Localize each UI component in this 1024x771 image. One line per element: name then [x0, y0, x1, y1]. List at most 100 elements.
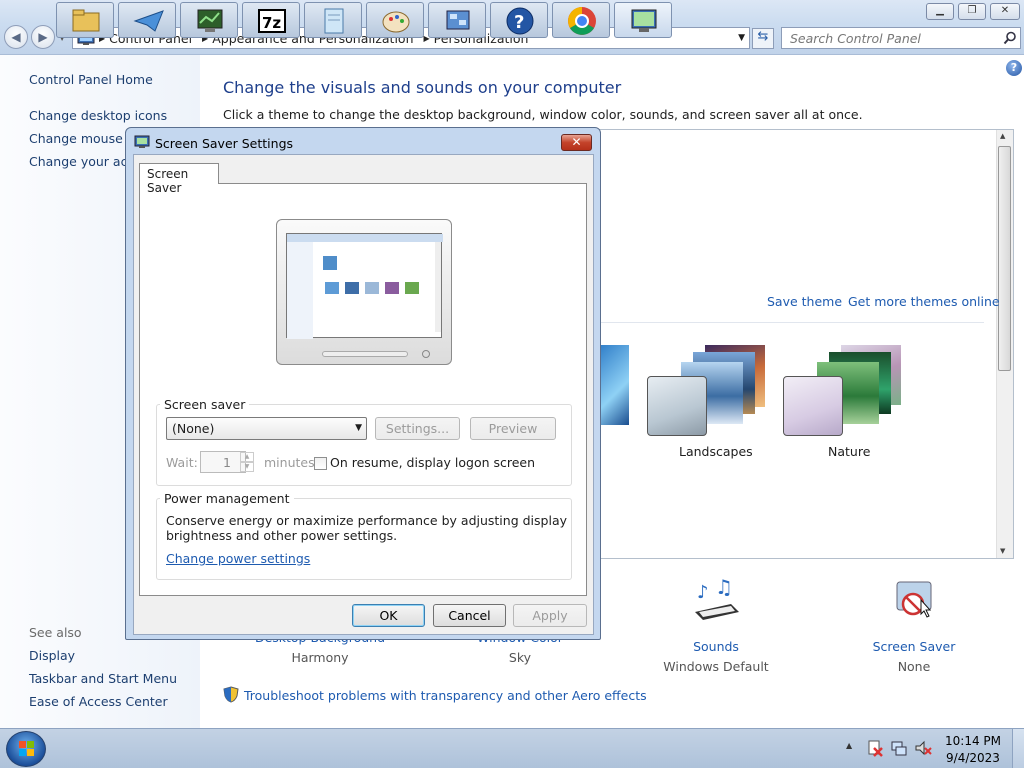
taskbar-file-explorer[interactable]	[56, 2, 114, 38]
theme-thumbnail-partial[interactable]	[597, 345, 629, 425]
taskbar-help[interactable]: ?	[490, 2, 548, 38]
windows-logo-icon	[19, 741, 34, 756]
back-button[interactable]: ◀	[4, 25, 28, 49]
show-desktop-button[interactable]	[1012, 729, 1024, 768]
sounds-value: Windows Default	[663, 659, 769, 674]
theme-nature[interactable]: Nature	[781, 340, 911, 462]
screen-saver-value: None	[897, 659, 931, 674]
taskbar-mail[interactable]	[118, 2, 176, 38]
ease-of-access-link[interactable]: Ease of Access Center	[29, 694, 168, 709]
save-theme-link[interactable]: Save theme	[767, 294, 842, 309]
action-center-icon[interactable]	[866, 739, 884, 757]
minutes-label: minutes	[264, 455, 315, 470]
search-input[interactable]: Search Control Panel	[781, 27, 1021, 49]
tab-screen-saver[interactable]: Screen Saver	[139, 163, 219, 195]
minimize-button[interactable]: ▁	[926, 3, 954, 20]
taskbar-notepad[interactable]	[304, 2, 362, 38]
resume-logon-label: On resume, display logon screen	[330, 455, 536, 470]
preview-scrollbar	[435, 242, 441, 332]
scroll-up-arrow[interactable]: ▲	[1000, 132, 1005, 140]
monitor-chart-icon	[197, 9, 223, 32]
troubleshoot-link[interactable]: Troubleshoot problems with transparency …	[244, 688, 647, 703]
clock-time: 10:14 PM	[945, 734, 1001, 748]
refresh-icon: ⇆	[757, 29, 769, 44]
taskbar-control-panel[interactable]	[180, 2, 238, 38]
address-dropdown-icon[interactable]: ▼	[738, 33, 745, 43]
taskbar-7zip[interactable]: 7z	[242, 2, 300, 38]
page-title: Change the visuals and sounds on your co…	[223, 78, 622, 97]
theme-name-landscapes: Landscapes	[679, 444, 753, 459]
clock-date: 9/4/2023	[946, 751, 1000, 765]
start-button[interactable]	[6, 731, 46, 767]
taskbar-chrome[interactable]	[552, 2, 610, 38]
paper-plane-icon	[133, 10, 164, 32]
show-hidden-icons-button[interactable]: ▲	[846, 741, 852, 750]
screen-saver-dialog-icon	[134, 135, 150, 148]
wait-label: Wait:	[166, 455, 198, 470]
taskbar-personalization[interactable]	[614, 2, 672, 38]
svg-text:♪: ♪	[697, 582, 709, 603]
cancel-button[interactable]: Cancel	[433, 604, 506, 627]
dialog-title: Screen Saver Settings	[155, 136, 294, 151]
scrollbar-thumb[interactable]	[998, 146, 1011, 371]
screen-saver-label: Screen Saver	[872, 639, 956, 654]
search-icon	[1003, 31, 1016, 45]
see-also-heading: See also	[29, 625, 82, 640]
change-power-settings-link[interactable]: Change power settings	[166, 551, 310, 566]
back-arrow-icon: ◀	[11, 30, 21, 44]
monitor-icon	[631, 9, 657, 32]
close-window-button[interactable]: ✕	[990, 3, 1020, 20]
control-panel-home-link[interactable]: Control Panel Home	[29, 72, 153, 87]
stepper-down-button[interactable]: ▼	[240, 462, 254, 472]
forward-button[interactable]: ▶	[31, 25, 55, 49]
volume-muted-icon[interactable]	[914, 739, 932, 757]
theme-landscapes[interactable]: Landscapes	[645, 340, 775, 462]
preview-titlebar	[287, 234, 443, 242]
theme-name-nature: Nature	[828, 444, 871, 459]
display-link[interactable]: Display	[29, 648, 75, 663]
help-icon[interactable]: ?	[1006, 60, 1022, 76]
clock[interactable]: 10:14 PM 9/4/2023	[940, 733, 1006, 767]
shield-icon	[223, 686, 239, 703]
screen-saver-select-value: (None)	[172, 421, 215, 436]
change-desktop-icons-link[interactable]: Change desktop icons	[29, 108, 167, 123]
preview-button[interactable]: Preview	[470, 417, 556, 440]
svg-text:7z: 7z	[262, 14, 281, 32]
settings-button[interactable]: Settings...	[375, 417, 460, 440]
preview-screen	[286, 233, 443, 339]
stepper-up-button[interactable]: ▲	[240, 452, 254, 462]
sounds-icon: ♪ ♫	[695, 575, 739, 620]
resume-logon-checkbox[interactable]	[314, 457, 327, 470]
scroll-down-arrow[interactable]: ▼	[1000, 547, 1005, 555]
page-subtitle: Click a theme to change the desktop back…	[223, 107, 863, 122]
get-more-themes-link[interactable]: Get more themes online	[848, 294, 1000, 309]
chrome-icon	[568, 7, 596, 35]
landscape-thumbnail	[647, 376, 707, 436]
power-description-line2: brightness and other power settings.	[166, 528, 398, 543]
section-divider	[600, 322, 984, 323]
chevron-down-icon: ▼	[355, 423, 362, 433]
wait-value: 1	[223, 455, 231, 470]
screen-saver-select[interactable]: (None) ▼	[166, 417, 367, 440]
taskbar-start-menu-link[interactable]: Taskbar and Start Menu	[29, 671, 177, 686]
preview-theme-5	[385, 282, 399, 294]
taskbar-remote-desktop[interactable]	[428, 2, 486, 38]
maximize-button[interactable]: ❐	[958, 3, 986, 20]
refresh-button[interactable]: ⇆	[752, 28, 774, 49]
preview-theme-4	[365, 282, 379, 294]
notepad-icon	[324, 8, 344, 34]
taskbar-paint[interactable]	[366, 2, 424, 38]
screen-saver-dialog: Screen Saver Settings ✕ Screen Saver Scr…	[125, 127, 601, 640]
dialog-close-button[interactable]: ✕	[561, 134, 592, 151]
power-management-label: Power management	[160, 491, 294, 506]
svg-text:♫: ♫	[715, 578, 733, 599]
monitor-stand	[322, 351, 408, 357]
ok-button[interactable]: OK	[352, 604, 425, 627]
preview-sidebar	[287, 242, 313, 339]
screen-saver-item[interactable]: Screen Saver None	[864, 578, 964, 674]
help-circle-icon: ?	[506, 7, 534, 35]
network-tray-icon[interactable]	[890, 739, 908, 757]
apply-button[interactable]: Apply	[513, 604, 587, 627]
sounds-item[interactable]: ♪ ♫ Sounds Windows Default	[656, 575, 776, 674]
screen-saver-icon	[896, 581, 932, 618]
